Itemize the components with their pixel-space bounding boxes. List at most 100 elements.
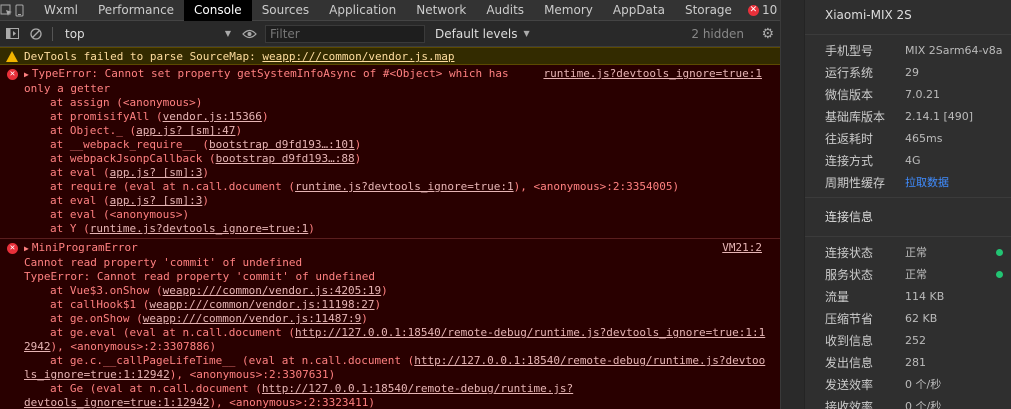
info-value: 465ms: [905, 131, 943, 145]
status-dot-icon: [996, 270, 1003, 278]
stack-frame-cont: ls_ignore=true:1:12942), <anonymous>:2:3…: [24, 368, 336, 381]
error-icon: ✕: [7, 69, 18, 80]
info-label: 收到信息: [825, 333, 874, 348]
tab-console[interactable]: Console: [184, 0, 252, 21]
warning-icon: [6, 51, 18, 62]
info-value: 252: [905, 333, 926, 347]
stack-frame: at ge.onShow (weapp:///common/vendor.js:…: [50, 312, 368, 325]
error-title: MiniProgramError: [31, 241, 138, 254]
stack-frame-link[interactable]: weapp:///common/vendor.js:11487:9: [143, 312, 362, 325]
stack-frame-link[interactable]: bootstrap d9fd193…:88: [216, 152, 355, 165]
live-expression-eye-icon[interactable]: [237, 21, 261, 47]
info-label: 往返耗时: [825, 131, 874, 146]
stack-frame-link[interactable]: runtime.js?devtools_ignore=true:1: [295, 180, 514, 193]
info-label: 发送效率: [825, 377, 874, 392]
connection-section-title: 连接信息: [825, 210, 874, 224]
error-counter[interactable]: ✕ 10: [742, 3, 780, 17]
devtools-panel: Wxml Performance Console Sources Applica…: [0, 0, 780, 409]
console-filterbar: top ▼ Default levels ▼ 2 hidden ⚙: [0, 21, 780, 47]
info-row: 手机型号 MIX 2Sarm64-v8a: [805, 39, 1011, 61]
error-message: Cannot read property 'commit' of undefin…: [24, 256, 303, 269]
tab-storage[interactable]: Storage: [675, 0, 742, 21]
stack-frame: at eval (app.js? [sm]:3): [50, 194, 209, 207]
log-levels-dropdown[interactable]: Default levels ▼: [435, 27, 530, 41]
inspect-element-icon[interactable]: [0, 0, 13, 21]
info-label: 基础库版本: [825, 109, 886, 124]
info-row: 基础库版本 2.14.1 [490]: [805, 105, 1011, 127]
info-label: 周期性缓存: [825, 175, 886, 190]
error-icon: ✕: [7, 243, 18, 254]
stack-frame-link[interactable]: app.js? [sm]:3: [110, 166, 203, 179]
info-label: 压缩节省: [825, 311, 874, 326]
info-value: 281: [905, 355, 926, 369]
stack-frame-link[interactable]: runtime.js?devtools_ignore=true:1: [90, 222, 309, 235]
error-count: 10: [761, 3, 778, 17]
info-value: 0 个/秒: [905, 378, 942, 391]
status-dot-icon: [996, 248, 1003, 256]
tab-application[interactable]: Application: [319, 0, 406, 21]
info-label: 发出信息: [825, 355, 874, 370]
error-icon: ✕: [747, 4, 759, 16]
stack-frame: at webpackJsonpCallback (bootstrap d9fd1…: [50, 152, 362, 165]
stack-frame-link[interactable]: devtools_ignore=true:1:12942: [24, 396, 209, 409]
stack-frame: at assign (<anonymous>): [50, 96, 203, 109]
error-message-cont: only a getter: [24, 82, 111, 95]
tab-sources[interactable]: Sources: [252, 0, 319, 21]
tab-audits[interactable]: Audits: [476, 0, 534, 21]
error-source-link[interactable]: runtime.js?devtools_ignore=true:1: [543, 67, 762, 81]
context-select[interactable]: top ▼: [57, 27, 237, 41]
stack-frame: at __webpack_require__ (bootstrap d9fd19…: [50, 138, 362, 151]
error-message-detail: TypeError: Cannot read property 'commit'…: [24, 270, 375, 283]
stack-frame-link[interactable]: ls_ignore=true:1:12942: [24, 368, 170, 381]
stack-frame-link[interactable]: 2942: [24, 340, 51, 353]
stack-frame-link[interactable]: bootstrap d9fd193…:101: [209, 138, 355, 151]
fetch-data-link[interactable]: 拉取数据: [905, 174, 949, 190]
clear-console-icon[interactable]: [24, 21, 48, 47]
stack-frame-link[interactable]: weapp:///common/vendor.js:4205:19: [163, 284, 382, 297]
tab-appdata[interactable]: AppData: [603, 0, 675, 21]
gear-icon[interactable]: ⚙: [761, 26, 774, 42]
info-row: 压缩节省 62 KB: [805, 307, 1011, 329]
tab-wxml[interactable]: Wxml: [34, 0, 88, 21]
filterbar-divider: [52, 26, 53, 41]
stack-frame: at eval (app.js? [sm]:3): [50, 166, 209, 179]
tab-memory[interactable]: Memory: [534, 0, 603, 21]
expand-caret-icon[interactable]: ▶: [24, 70, 29, 79]
stack-frame-link[interactable]: http://127.0.0.1:18540/remote-debug/runt…: [262, 382, 573, 395]
info-row: 微信版本 7.0.21: [805, 83, 1011, 105]
devtools-tabbar: Wxml Performance Console Sources Applica…: [0, 0, 780, 21]
hidden-count: 2 hidden: [691, 26, 744, 41]
info-row: 发出信息 281: [805, 351, 1011, 373]
device-toggle-icon[interactable]: [13, 0, 26, 21]
expand-caret-icon[interactable]: ▶: [24, 244, 29, 253]
stack-frame-link[interactable]: vendor.js:15366: [163, 110, 262, 123]
stack-frame-link[interactable]: app.js? [sm]:3: [110, 194, 203, 207]
info-row: 运行系统 29: [805, 61, 1011, 83]
divider: [805, 34, 1011, 35]
info-value: MIX 2Sarm64-v8a: [905, 43, 1003, 57]
chevron-down-icon: ▼: [224, 29, 231, 38]
info-label: 连接方式: [825, 153, 874, 168]
error-source-link[interactable]: VM21:2: [722, 241, 762, 255]
info-row: 接收效率 0 个/秒: [805, 395, 1011, 409]
stack-frame: at Ge (eval at n.call.document (http://1…: [50, 382, 574, 395]
info-value: 7.0.21: [905, 87, 940, 101]
info-label: 接收效率: [825, 399, 874, 409]
warning-text: DevTools failed to parse SourceMap:: [24, 50, 263, 63]
error-message: TypeError: Cannot set property getSystem…: [31, 67, 509, 80]
tab-performance[interactable]: Performance: [88, 0, 184, 21]
stack-frame-link[interactable]: http://127.0.0.1:18540/remote-debug/runt…: [414, 354, 765, 367]
info-row: 流量 114 KB: [805, 285, 1011, 307]
warning-link[interactable]: weapp:///common/vendor.js.map: [262, 50, 454, 63]
stack-frame: at ge.c.__callPageLifeTime__ (eval at n.…: [50, 354, 766, 367]
info-row: 连接方式 4G: [805, 149, 1011, 171]
stack-frame: at ge.eval (eval at n.call.document (htt…: [50, 326, 766, 339]
show-sidebar-icon[interactable]: [0, 21, 24, 47]
tab-network[interactable]: Network: [406, 0, 476, 21]
panel-separator[interactable]: [780, 0, 804, 409]
filter-input[interactable]: [265, 24, 425, 43]
stack-frame-link[interactable]: http://127.0.0.1:18540/remote-debug/runt…: [295, 326, 765, 339]
stack-frame-link[interactable]: weapp:///common/vendor.js:11198:27: [149, 298, 374, 311]
info-label: 运行系统: [825, 65, 874, 80]
stack-frame-link[interactable]: app.js? [sm]:47: [136, 124, 235, 137]
